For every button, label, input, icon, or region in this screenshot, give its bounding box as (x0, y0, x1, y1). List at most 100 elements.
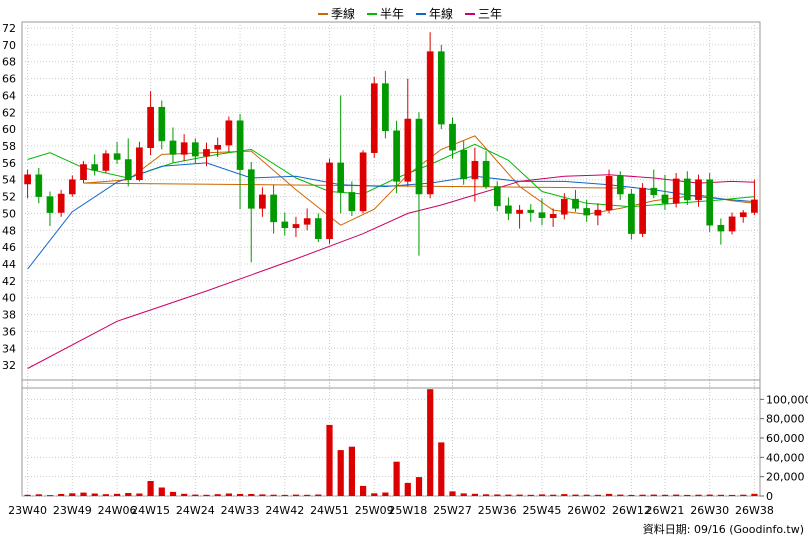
candle-body (57, 193, 65, 213)
chart-legend: 季線 半年 年線 三年 (318, 6, 502, 21)
x-tick-label: 25W27 (433, 504, 472, 517)
volume-bar (136, 493, 143, 496)
volume-panel: 100,000 80,000 60,000 40,000 20,000 0 (21, 379, 808, 503)
candle-body (292, 224, 300, 229)
volume-bar (371, 493, 378, 496)
volume-bar (550, 494, 557, 496)
candle-body (225, 120, 233, 146)
y-tick-label: 34 (2, 342, 16, 355)
legend-label: 三年 (478, 7, 502, 21)
volume-bar (483, 494, 490, 496)
candle-body (460, 149, 468, 180)
candle-body (180, 142, 188, 155)
candle-body (549, 214, 557, 218)
candle-body (281, 221, 289, 229)
y-tick-label: 62 (2, 106, 16, 119)
volume-bar (594, 494, 601, 496)
volume-bar (449, 491, 456, 496)
candle-body (739, 212, 747, 218)
candle-body (471, 160, 479, 180)
candle-body (91, 164, 99, 171)
y-tick-label: 54 (2, 174, 16, 187)
candle-body (124, 159, 132, 180)
volume-tick-label: 100,000 (766, 393, 808, 406)
data-date-label: 資料日期: 09/16 (Goodinfo.tw) (643, 522, 804, 536)
x-axis: 23W40 23W49 24W0624W15 24W24 24W33 24W42 24W51… (8, 504, 774, 517)
candle-body (382, 83, 389, 132)
candle-body (628, 193, 635, 234)
x-tick-label: 24W51 (310, 504, 349, 517)
y-tick-label: 38 (2, 309, 16, 322)
volume-bar (740, 494, 747, 496)
candle-body (348, 192, 356, 212)
volume-bar (114, 493, 121, 496)
candle-body (136, 147, 143, 180)
volume-bar (125, 493, 132, 496)
volume-bar (606, 493, 613, 496)
volume-bar (58, 494, 65, 496)
volume-bar (203, 494, 210, 496)
candle-body (426, 51, 434, 195)
candle-body (158, 106, 166, 142)
y-tick-label: 68 (2, 56, 16, 69)
candle-body (572, 198, 579, 209)
candle-body (616, 176, 624, 195)
candle-body (505, 205, 512, 214)
candle-body (728, 216, 736, 232)
candle-body (650, 187, 658, 196)
volume-bar (505, 494, 512, 496)
y-tick-label: 58 (2, 140, 16, 153)
volume-bar (751, 493, 758, 496)
y-tick-label: 32 (2, 359, 16, 372)
volume-bar (583, 494, 590, 496)
stock-chart: 季線 半年 年線 三年 72 70 68 66 64 62 60 58 56 54 52 50 48 46 44 4… (0, 0, 808, 540)
candle-body (147, 106, 154, 148)
candle-body (527, 209, 535, 213)
candle-body (482, 160, 490, 187)
x-tick-label: 24W15 (131, 504, 170, 517)
volume-bar (259, 494, 266, 496)
candle-body (449, 123, 456, 151)
x-tick-label: 25W36 (478, 504, 517, 517)
volume-bar (102, 494, 109, 496)
y-tick-label: 48 (2, 224, 16, 237)
volume-bar (661, 494, 669, 496)
volume-bar (315, 494, 322, 496)
volume-bar (427, 389, 434, 496)
volume-bar (438, 442, 445, 496)
x-tick-label: 23W40 (8, 504, 47, 517)
candle-body (538, 212, 546, 218)
volume-bar (729, 494, 736, 496)
volume-bar (650, 494, 657, 496)
volume-bar (292, 494, 300, 496)
volume-bar (673, 494, 680, 496)
volume-bar (80, 492, 87, 496)
candle-body (169, 140, 177, 155)
candle-body (214, 144, 222, 150)
y-tick-label: 44 (2, 258, 16, 271)
candle-body (46, 196, 54, 213)
candle-body (191, 142, 199, 157)
candle-body (437, 51, 445, 125)
volume-bar (471, 493, 478, 496)
volume-bar (382, 492, 389, 496)
candle-body (639, 187, 646, 234)
volume-bar (695, 494, 702, 496)
volume-bar (706, 494, 713, 496)
volume-bar (527, 494, 534, 496)
candle-body (706, 179, 714, 226)
candle-body (303, 218, 311, 225)
y-tick-label: 64 (2, 89, 16, 102)
y-tick-label: 72 (2, 22, 16, 35)
volume-tick-label: 80,000 (766, 413, 805, 426)
volume-tick-label: 60,000 (766, 432, 805, 445)
candle-body (493, 186, 501, 207)
candle-body (359, 152, 367, 212)
candle-body (259, 194, 266, 209)
x-tick-label: 26W38 (735, 504, 774, 517)
volume-bar (304, 494, 311, 496)
volume-bar (91, 493, 98, 496)
candle-body (683, 178, 691, 201)
x-tick-label: 26W02 (567, 504, 606, 517)
volume-bar (415, 477, 423, 496)
